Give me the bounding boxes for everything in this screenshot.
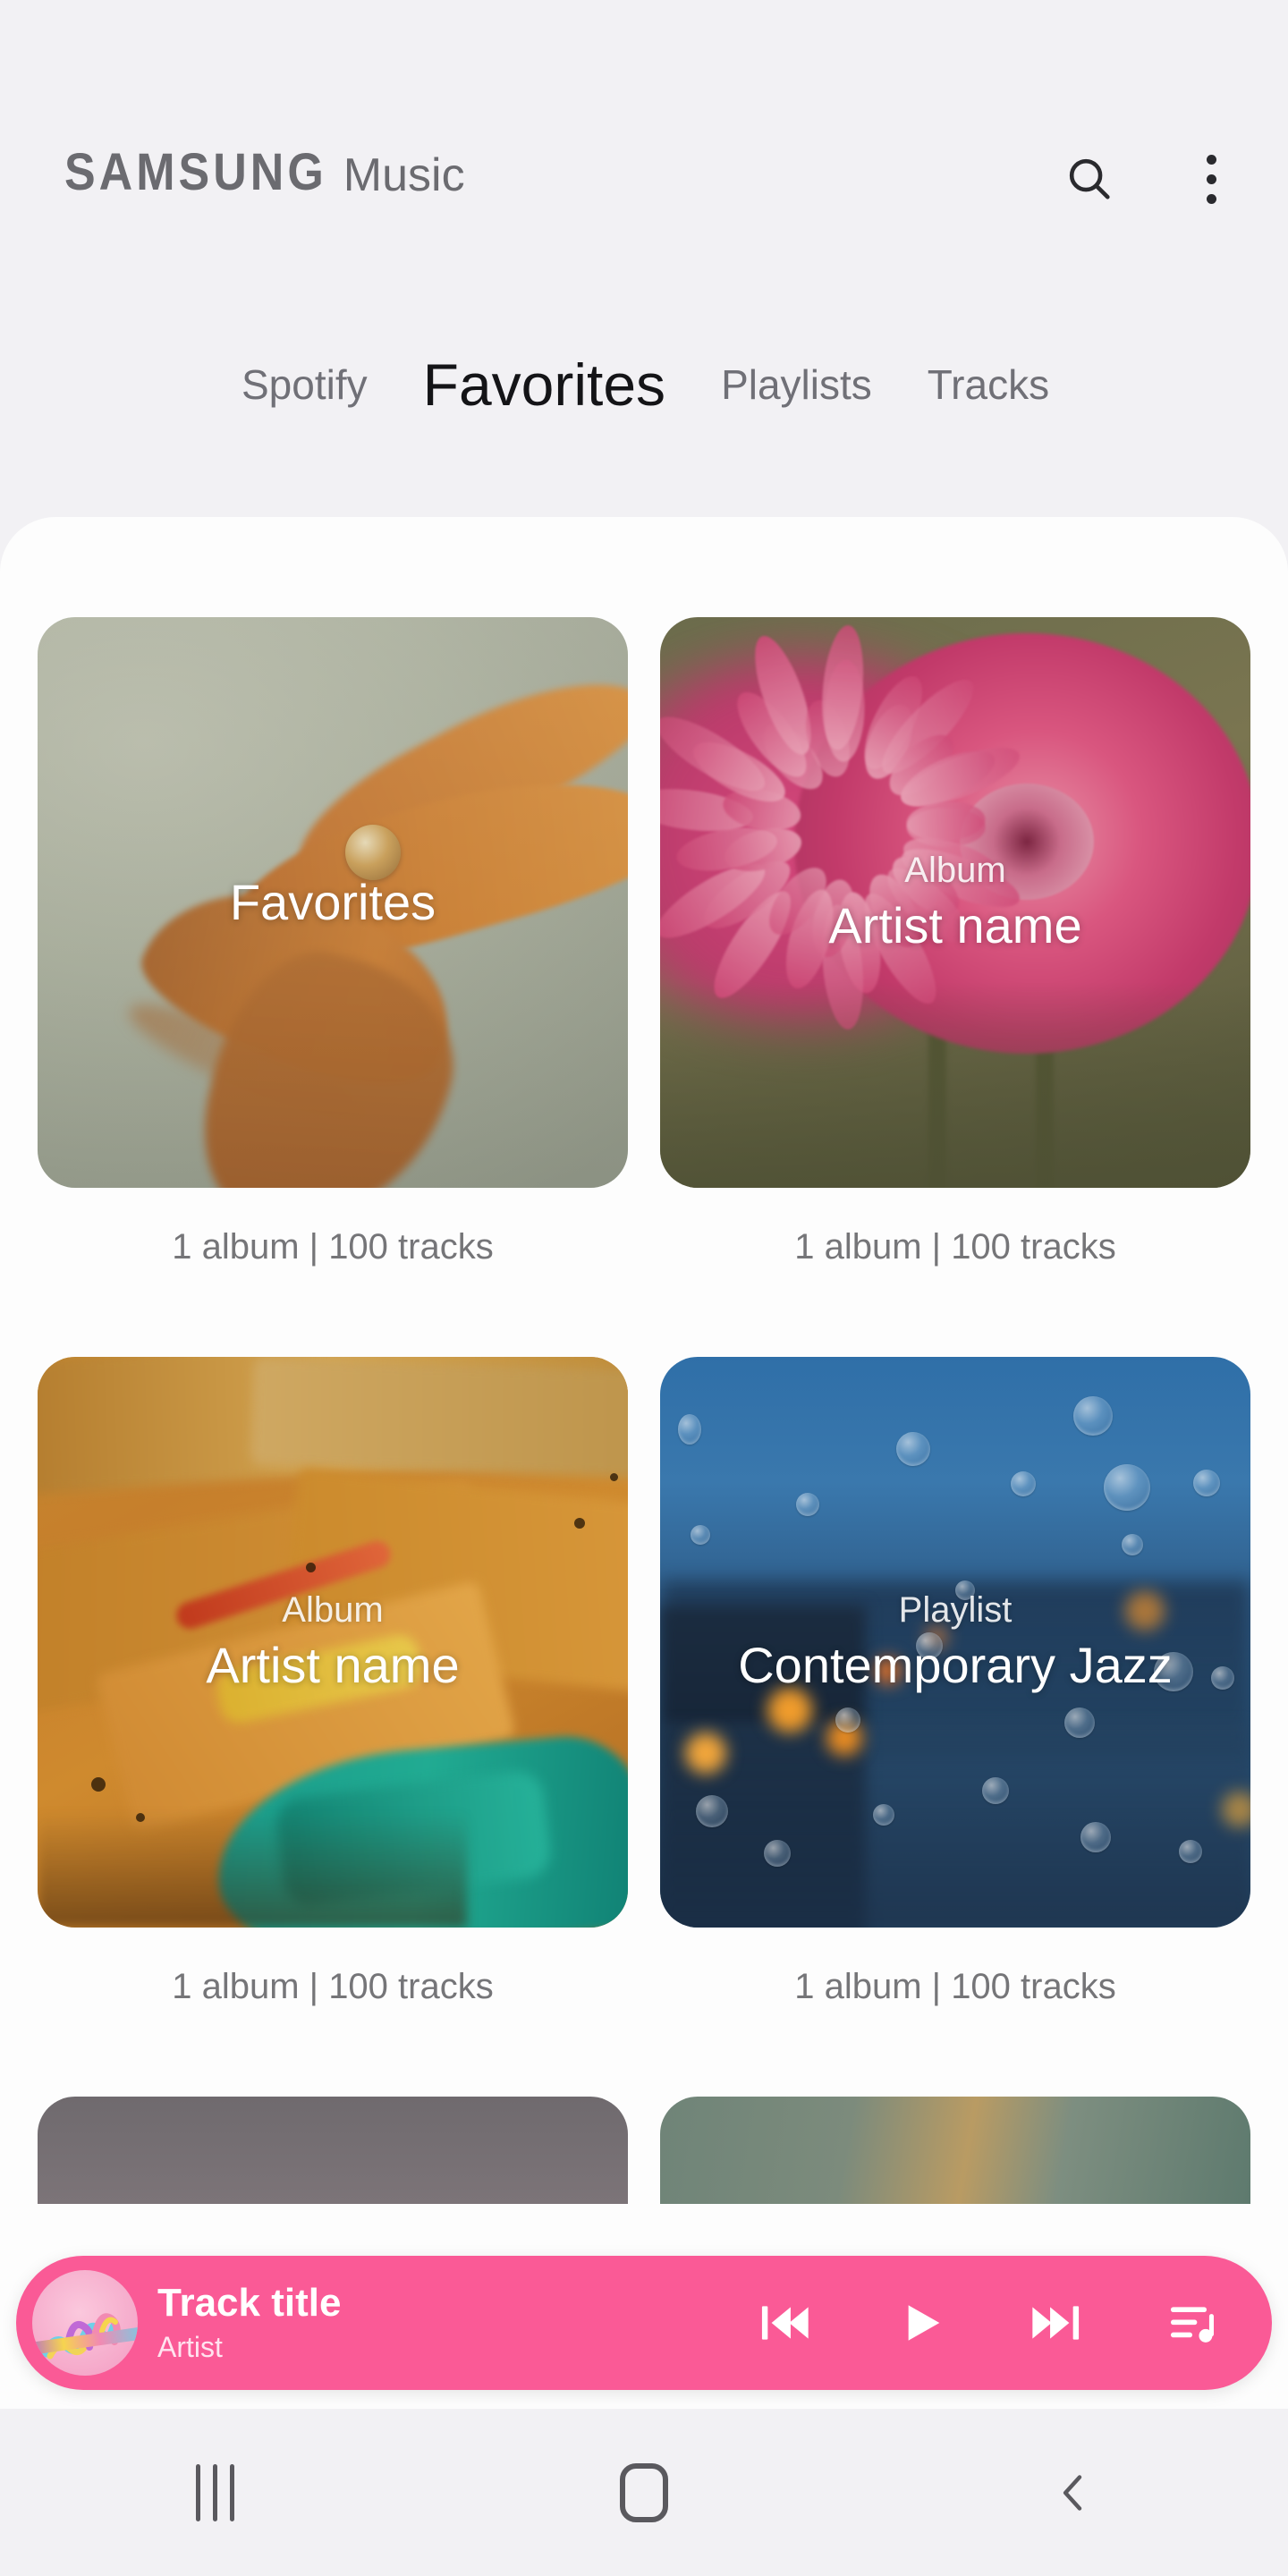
recents-icon <box>195 2463 234 2521</box>
card-meta: 1 album | 100 tracks <box>794 1967 1116 2006</box>
card-title: Artist name <box>828 897 1082 954</box>
more-vertical-icon <box>1206 154 1216 204</box>
album-card-peek-left[interactable] <box>38 2097 628 2204</box>
grid-cell <box>38 2097 628 2204</box>
previous-button[interactable] <box>750 2288 819 2358</box>
grid-cell: Favorites 1 album | 100 tracks <box>38 617 628 1357</box>
album-grid: Favorites 1 album | 100 tracks Album Art… <box>0 517 1288 2204</box>
phone-screen: SAMSUNG Music Spotify Favorites Playlist… <box>0 0 1288 2576</box>
tab-favorites[interactable]: Favorites <box>423 351 665 419</box>
card-kind: Album <box>282 1590 384 1631</box>
tab-playlists[interactable]: Playlists <box>721 360 872 409</box>
album-card-favorites[interactable]: Favorites <box>38 617 628 1188</box>
album-card-artist-name-1[interactable]: Album Artist name <box>660 617 1250 1188</box>
back-icon <box>1063 2474 1082 2511</box>
home-button[interactable] <box>572 2444 716 2542</box>
tab-bar[interactable]: Spotify Favorites Playlists Tracks <box>0 318 1288 452</box>
grid-cell: Album Artist name 1 album | 100 tracks <box>660 617 1250 1357</box>
album-card-artist-name-2[interactable]: Album Artist name <box>38 1357 628 1928</box>
card-overlay: Playlist Contemporary Jazz <box>660 1357 1250 1928</box>
card-title: Contemporary Jazz <box>738 1637 1173 1694</box>
now-playing-thumbnail <box>32 2270 138 2376</box>
overflow-menu-button[interactable] <box>1175 143 1247 215</box>
content-panel: Favorites 1 album | 100 tracks Album Art… <box>0 517 1288 2409</box>
card-kind: Album <box>904 851 1006 891</box>
app-header: SAMSUNG Music <box>0 0 1288 295</box>
card-meta: 1 album | 100 tracks <box>172 1967 494 2006</box>
card-overlay: Favorites <box>38 617 628 1188</box>
header-actions <box>1054 143 1247 215</box>
back-button[interactable] <box>1002 2444 1145 2542</box>
next-button[interactable] <box>1021 2288 1091 2358</box>
card-kind: Playlist <box>898 1590 1013 1631</box>
grid-cell: Playlist Contemporary Jazz 1 album | 100… <box>660 1357 1250 2097</box>
card-overlay: Album Artist name <box>38 1357 628 1928</box>
card-meta: 1 album | 100 tracks <box>794 1227 1116 1267</box>
brand-samsung-label: SAMSUNG <box>64 143 327 202</box>
card-overlay: Album Artist name <box>660 617 1250 1188</box>
play-button[interactable] <box>886 2288 955 2358</box>
playlist-queue-icon <box>1171 2307 1214 2343</box>
player-controls <box>750 2288 1227 2358</box>
skip-previous-icon <box>761 2306 809 2340</box>
home-icon <box>620 2462 668 2522</box>
mini-player[interactable]: Track title Artist <box>16 2256 1272 2390</box>
system-navigation-bar <box>0 2409 1288 2576</box>
search-icon <box>1069 158 1110 199</box>
tab-tracks[interactable]: Tracks <box>928 360 1049 409</box>
play-icon <box>908 2305 940 2341</box>
album-card-contemporary-jazz[interactable]: Playlist Contemporary Jazz <box>660 1357 1250 1928</box>
recents-button[interactable] <box>143 2444 286 2542</box>
grid-cell: Album Artist name 1 album | 100 tracks <box>38 1357 628 2097</box>
app-title: SAMSUNG Music <box>64 147 465 201</box>
card-title: Favorites <box>229 873 436 930</box>
track-title: Track title <box>157 2281 342 2326</box>
track-artist: Artist <box>157 2330 223 2363</box>
skip-next-icon <box>1032 2306 1080 2340</box>
card-title: Artist name <box>206 1637 460 1694</box>
card-meta: 1 album | 100 tracks <box>172 1227 494 1267</box>
search-button[interactable] <box>1054 143 1125 215</box>
grid-cell <box>660 2097 1250 2204</box>
album-card-peek-right[interactable] <box>660 2097 1250 2204</box>
queue-button[interactable] <box>1157 2288 1227 2358</box>
paper-ribbon-art <box>41 2313 122 2360</box>
brand-app-label: Music <box>343 149 465 201</box>
now-playing-info: Track title Artist <box>157 2281 342 2363</box>
tab-spotify[interactable]: Spotify <box>242 360 368 409</box>
